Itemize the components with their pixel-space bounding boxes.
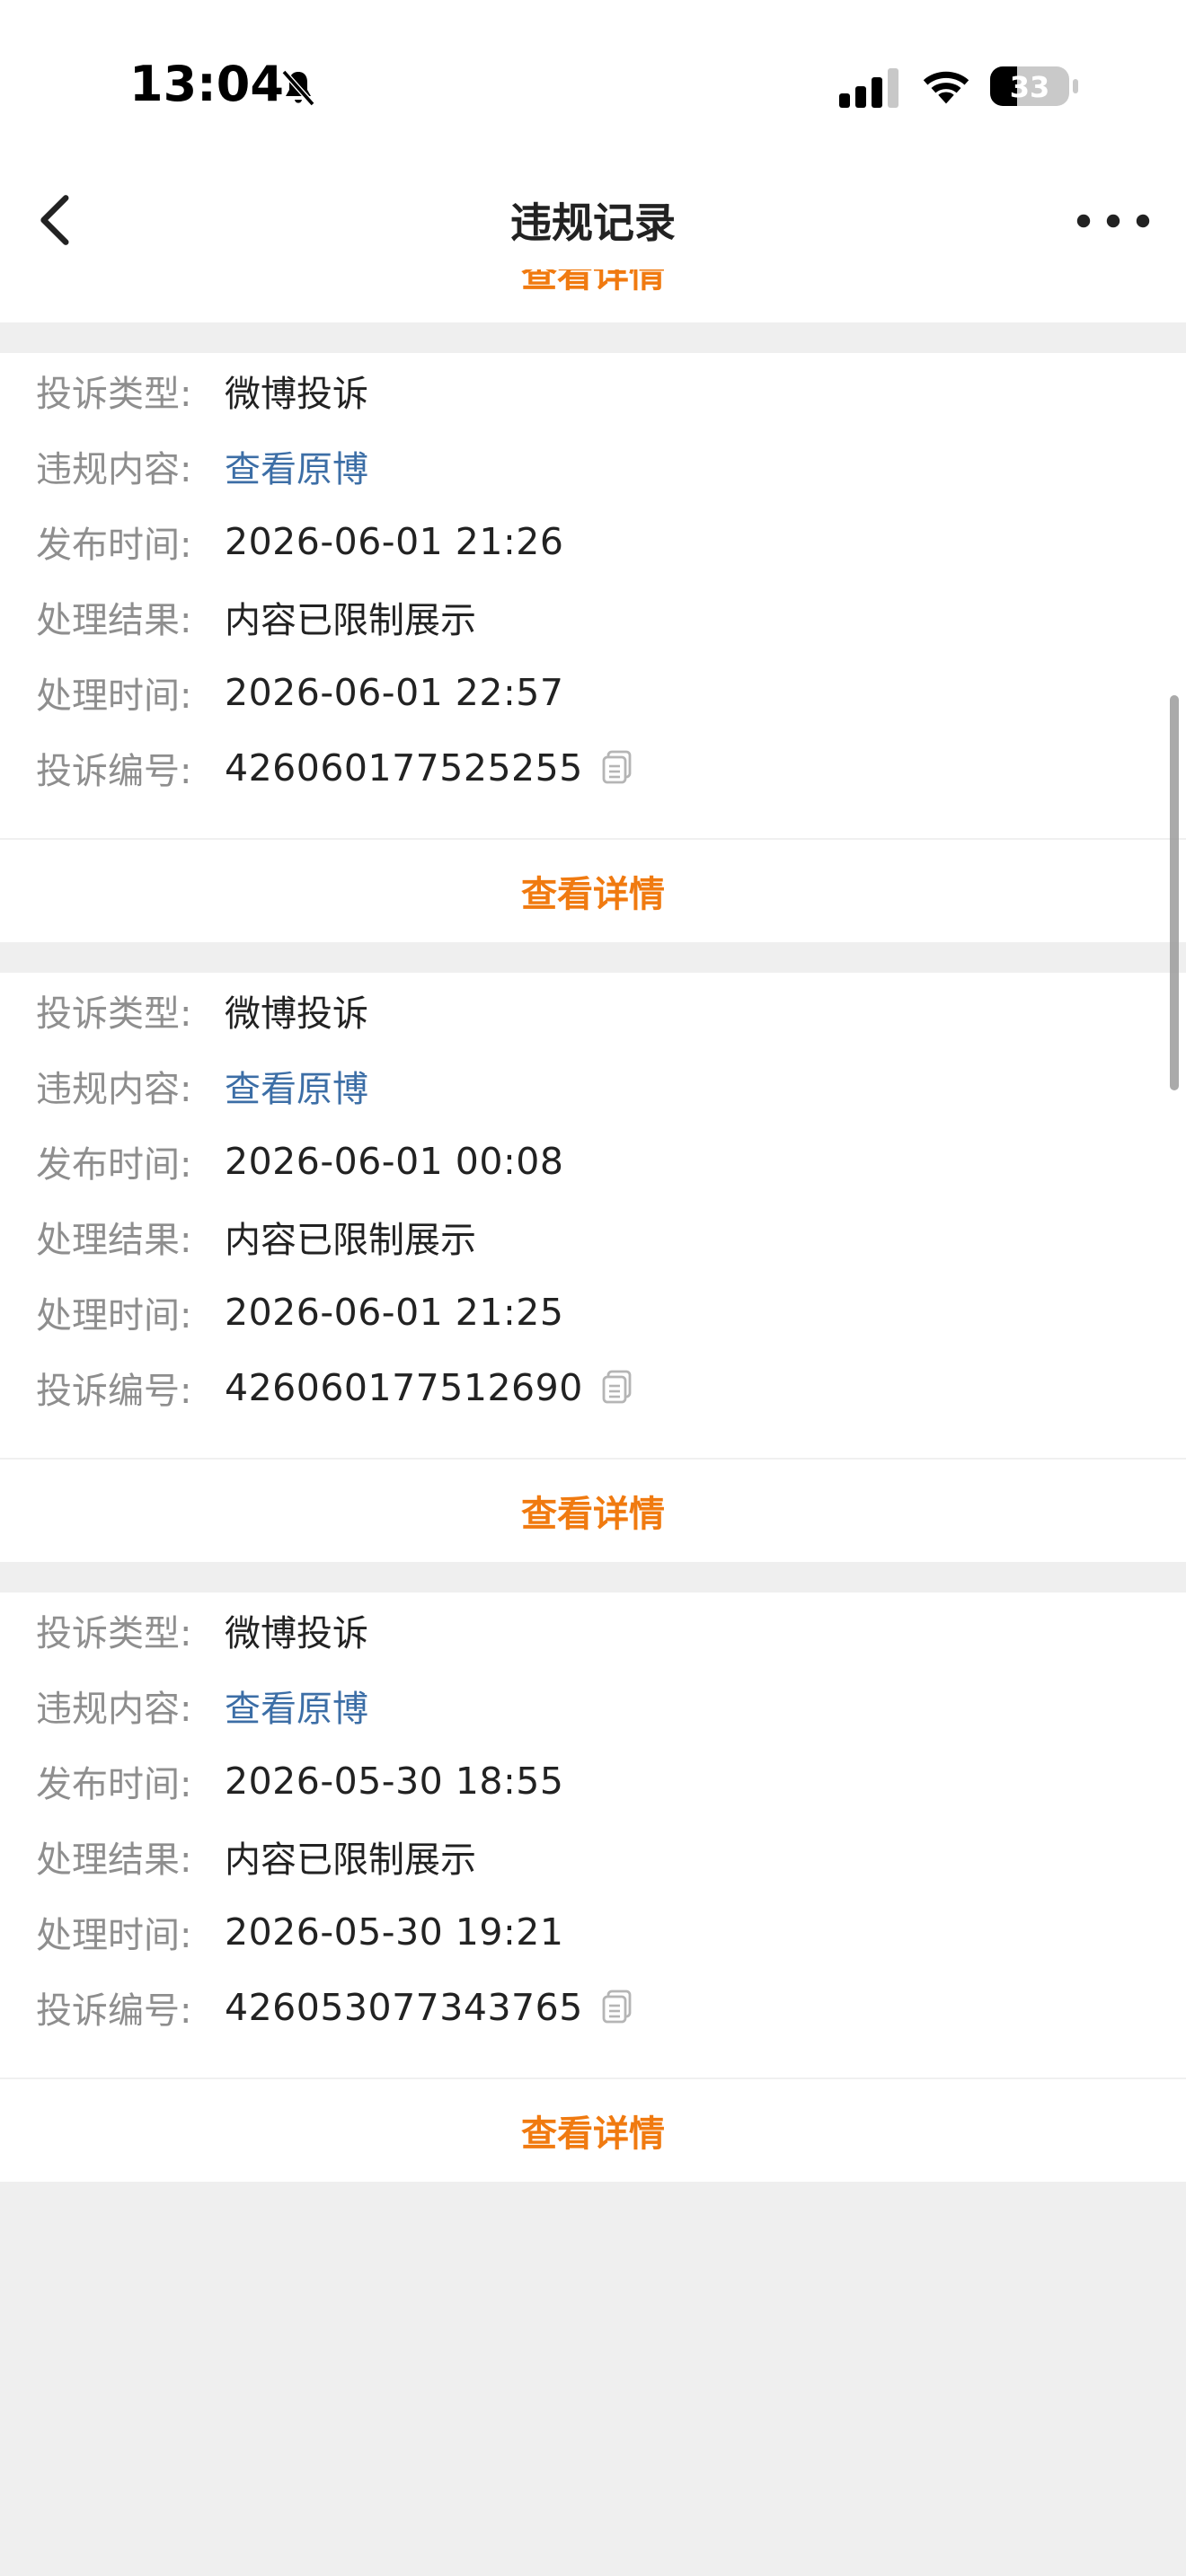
view-original-link[interactable]: 查看原博 xyxy=(225,440,368,492)
label-content: 违规内容: xyxy=(36,1069,192,1110)
value-publish-time: 2026-06-01 21:26 xyxy=(225,520,564,563)
field-handle-time: 处理时间: 2026-05-30 19:21 xyxy=(0,1894,1186,1970)
label-type: 投诉类型: xyxy=(36,993,192,1035)
status-time: 13:04 xyxy=(129,56,284,112)
label-result: 处理结果: xyxy=(36,1220,192,1261)
field-handle-time: 处理时间: 2026-06-01 21:25 xyxy=(0,1275,1186,1350)
value-complaint-number: 426060177525255 xyxy=(225,746,583,790)
field-number: 投诉编号: 426053077343765 xyxy=(0,1970,1186,2045)
label-number: 投诉编号: xyxy=(36,1371,192,1412)
label-type: 投诉类型: xyxy=(36,1613,192,1654)
field-content: 违规内容: 查看原博 xyxy=(0,1048,1186,1124)
view-original-link[interactable]: 查看原博 xyxy=(225,1680,368,1732)
bell-slash-icon xyxy=(281,69,315,107)
battery-icon: 33 xyxy=(990,66,1078,106)
value-publish-time: 2026-05-30 18:55 xyxy=(225,1760,564,1803)
label-content: 违规内容: xyxy=(36,449,192,490)
label-number: 投诉编号: xyxy=(36,751,192,792)
field-result: 处理结果: 内容已限制展示 xyxy=(0,1819,1186,1894)
status-bar: 13:04 33 xyxy=(0,0,1186,171)
value-result: 内容已限制展示 xyxy=(225,1220,476,1261)
value-type: 微博投诉 xyxy=(225,1613,368,1654)
value-handle-time: 2026-06-01 21:25 xyxy=(225,1291,564,1334)
field-content: 违规内容: 查看原博 xyxy=(0,1668,1186,1743)
label-handle-time: 处理时间: xyxy=(36,675,192,717)
copy-icon[interactable] xyxy=(601,1989,633,2025)
more-button[interactable] xyxy=(1073,194,1154,248)
view-original-link[interactable]: 查看原博 xyxy=(225,1060,368,1112)
copy-icon[interactable] xyxy=(601,750,633,786)
battery-level: 33 xyxy=(1010,70,1050,104)
view-detail-button[interactable]: 查看详情 xyxy=(0,1460,1186,1562)
field-type: 投诉类型: 微博投诉 xyxy=(0,973,1186,1048)
value-complaint-number: 426053077343765 xyxy=(225,1986,583,2029)
label-publish-time: 发布时间: xyxy=(36,1764,192,1805)
field-result: 处理结果: 内容已限制展示 xyxy=(0,1199,1186,1275)
field-publish-time: 发布时间: 2026-05-30 18:55 xyxy=(0,1743,1186,1819)
value-handle-time: 2026-06-01 22:57 xyxy=(225,671,564,714)
value-publish-time: 2026-06-01 00:08 xyxy=(225,1140,564,1183)
record-list-inner: 投诉类型: 微博投诉 违规内容: 查看原博 发布时间: 2026-06-01 0… xyxy=(0,269,1186,2212)
value-handle-time: 2026-05-30 19:21 xyxy=(225,1910,564,1954)
record-card: 投诉类型: 微博投诉 违规内容: 查看原博 发布时间: 2026-06-01 0… xyxy=(0,269,1186,322)
label-content: 违规内容: xyxy=(36,1689,192,1730)
field-publish-time: 发布时间: 2026-06-01 00:08 xyxy=(0,1124,1186,1199)
record-card: 投诉类型: 微博投诉 违规内容: 查看原博 发布时间: 2026-05-30 1… xyxy=(0,1592,1186,2182)
value-result: 内容已限制展示 xyxy=(225,600,476,641)
value-complaint-number: 426060177512690 xyxy=(225,1366,583,1409)
label-result: 处理结果: xyxy=(36,1839,192,1881)
record-fields: 投诉类型: 微博投诉 违规内容: 查看原博 发布时间: 2026-06-01 2… xyxy=(0,353,1186,838)
field-content: 违规内容: 查看原博 xyxy=(0,428,1186,504)
cellular-signal-icon xyxy=(839,68,898,108)
view-detail-button[interactable]: 查看详情 xyxy=(0,840,1186,942)
page-title: 违规记录 xyxy=(510,198,676,247)
field-handle-time: 处理时间: 2026-06-01 22:57 xyxy=(0,655,1186,730)
record-fields: 投诉类型: 微博投诉 违规内容: 查看原博 发布时间: 2026-06-01 0… xyxy=(0,973,1186,1458)
nav-bar: 违规记录 xyxy=(0,171,1186,269)
value-type: 微博投诉 xyxy=(225,993,368,1035)
record-fields: 投诉类型: 微博投诉 违规内容: 查看原博 发布时间: 2026-05-30 1… xyxy=(0,1592,1186,2078)
view-detail-button[interactable]: 查看详情 xyxy=(0,269,1186,322)
label-handle-time: 处理时间: xyxy=(36,1295,192,1337)
field-type: 投诉类型: 微博投诉 xyxy=(0,1592,1186,1668)
copy-icon[interactable] xyxy=(601,1370,633,1406)
field-number: 投诉编号: 426060177512690 xyxy=(0,1350,1186,1425)
field-publish-time: 发布时间: 2026-06-01 21:26 xyxy=(0,504,1186,579)
field-result: 处理结果: 内容已限制展示 xyxy=(0,579,1186,655)
label-handle-time: 处理时间: xyxy=(36,1915,192,1956)
label-publish-time: 发布时间: xyxy=(36,1144,192,1186)
violation-record-list[interactable]: 投诉类型: 微博投诉 违规内容: 查看原博 发布时间: 2026-06-01 0… xyxy=(0,269,1186,2576)
value-result: 内容已限制展示 xyxy=(225,1839,476,1881)
field-number: 投诉编号: 426060177525255 xyxy=(0,730,1186,806)
label-number: 投诉编号: xyxy=(36,1990,192,2032)
record-card: 投诉类型: 微博投诉 违规内容: 查看原博 发布时间: 2026-06-01 2… xyxy=(0,353,1186,942)
wifi-icon xyxy=(923,71,969,104)
record-card: 投诉类型: 微博投诉 违规内容: 查看原博 发布时间: 2026-06-01 0… xyxy=(0,973,1186,1562)
view-detail-button[interactable]: 查看详情 xyxy=(0,2079,1186,2182)
value-type: 微博投诉 xyxy=(225,374,368,415)
label-publish-time: 发布时间: xyxy=(36,525,192,566)
label-type: 投诉类型: xyxy=(36,374,192,415)
scrollbar[interactable] xyxy=(1170,695,1179,1090)
field-type: 投诉类型: 微博投诉 xyxy=(0,353,1186,428)
label-result: 处理结果: xyxy=(36,600,192,641)
